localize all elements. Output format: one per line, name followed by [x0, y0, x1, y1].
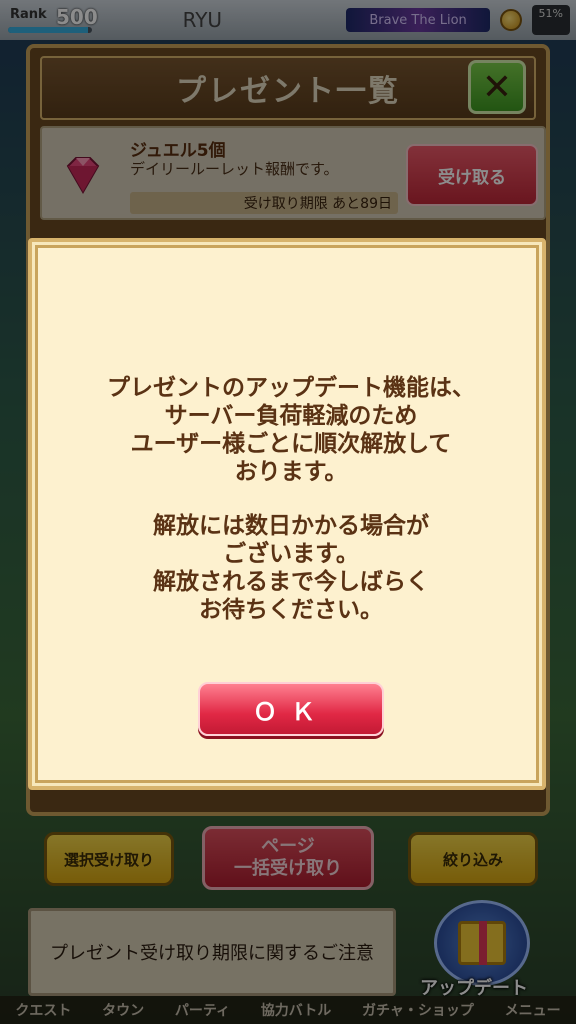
ok-button[interactable]: ＯＫ — [198, 682, 384, 736]
dialog-message-part2: 解放には数日かかる場合が ございます。 解放されるまで今しばらく お待ちください… — [153, 513, 429, 623]
dialog-message-part1: プレゼントのアップデート機能は、 サーバー負荷軽減のため ユーザー様ごとに順次解… — [107, 375, 475, 485]
update-notice-dialog: プレゼントのアップデート機能は、 サーバー負荷軽減のため ユーザー様ごとに順次解… — [28, 238, 546, 790]
